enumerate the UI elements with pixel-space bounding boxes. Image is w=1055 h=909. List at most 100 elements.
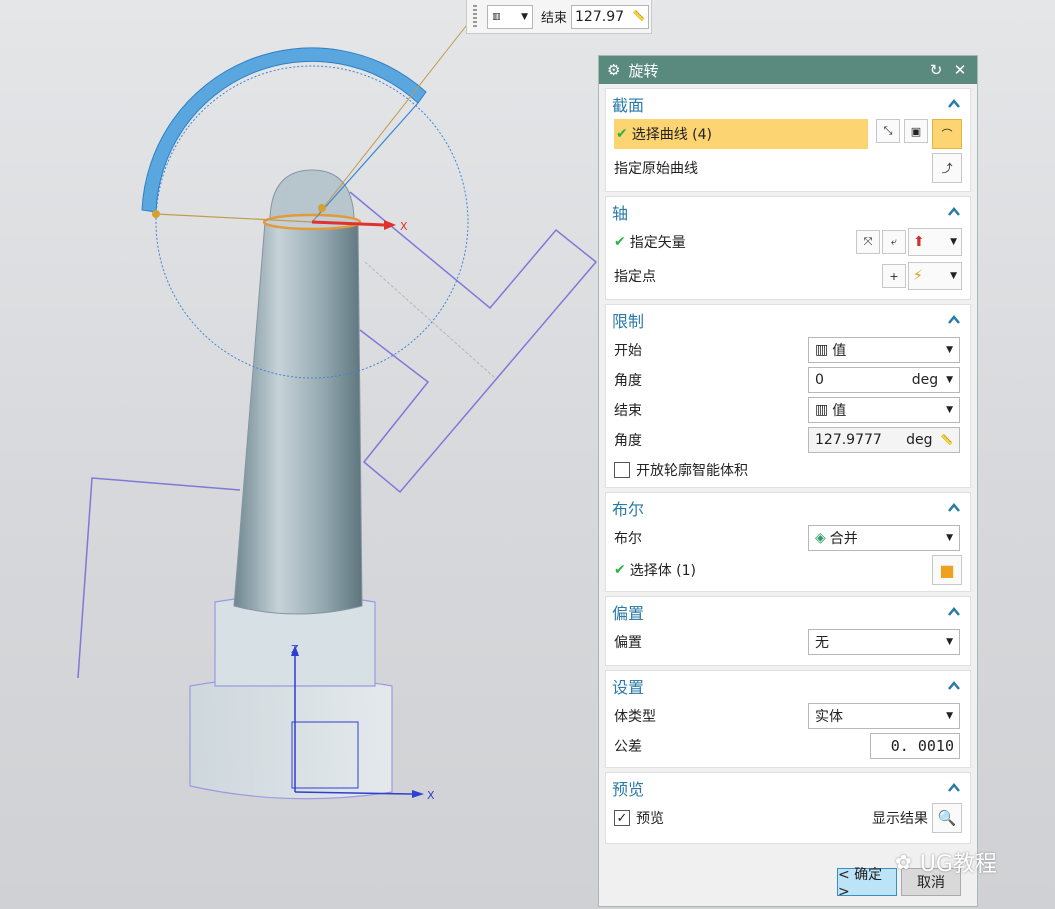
check-icon: ✔ <box>614 562 626 578</box>
value-type-icon: ▥ <box>815 402 829 418</box>
curve-select-icon[interactable]: ⌒ <box>932 119 962 149</box>
vector-axis-icon: ⬆ <box>913 234 925 250</box>
chevron-down-icon: ▼ <box>946 533 953 543</box>
open-profile-checkbox[interactable] <box>614 462 630 478</box>
origin-curve-icon[interactable]: ⤴ <box>932 153 962 183</box>
preview-group-header[interactable]: 预览 <box>606 773 970 803</box>
reverse-direction-icon[interactable]: ⤧ <box>856 230 880 254</box>
end-label: 结束 <box>541 11 568 26</box>
preview-checkbox[interactable]: ✓ <box>614 810 630 826</box>
watermark: ✿ UG教程 <box>895 846 997 878</box>
ruler-icon: 📏 <box>632 11 646 22</box>
end-angle-unit: deg <box>906 432 933 448</box>
end-angle-float-toolbar: ▥ ▼ 结束 127.97 📏 <box>466 0 652 34</box>
start-row: 开始 ▥ 值 ▼ <box>606 335 970 365</box>
end-row: 结束 ▥ 值 ▼ <box>606 395 970 425</box>
start-angle-input[interactable]: 0 deg ▼ <box>808 367 960 393</box>
settings-group: 设置 体类型 实体 ▼ 公差 0. 0010 <box>605 670 971 768</box>
chevron-up-icon <box>948 503 960 512</box>
solid-body-icon[interactable]: ■ <box>932 555 962 585</box>
end-angle-input[interactable]: 127.9777 deg 📏 <box>808 427 960 453</box>
ok-button[interactable]: < 确定 > <box>837 867 897 900</box>
unite-icon: ◈ <box>815 530 826 546</box>
show-result-label: 显示结果 <box>872 811 928 827</box>
section-group-header[interactable]: 截面 <box>606 89 970 119</box>
value-type-icon: ▥ <box>815 342 829 358</box>
chevron-up-icon <box>948 681 960 690</box>
chevron-down-icon: ▼ <box>946 637 953 647</box>
point-type-dropdown[interactable]: ⚡ ▼ <box>908 262 962 290</box>
check-icon: ✔ <box>614 234 626 250</box>
preview-group: 预览 ✓ 预览 显示结果 🔍 <box>605 772 971 844</box>
limits-group: 限制 开始 ▥ 值 ▼ 角度 0 deg ▼ 结束 ▥ 值 ▼ 角度 127.9… <box>605 304 971 488</box>
chevron-up-icon <box>948 607 960 616</box>
tolerance-row: 公差 0. 0010 <box>606 731 970 761</box>
close-icon[interactable]: ✕ <box>951 61 969 79</box>
dialog-title: 旋转 <box>628 61 659 80</box>
select-curve-row[interactable]: ✔ 选择曲线 (4) ⤡ ▣ ⌒ <box>606 119 970 149</box>
vector-type-dropdown[interactable]: ⬆ ▼ <box>908 228 962 256</box>
chevron-down-icon: ▼ <box>946 711 953 721</box>
svg-text:X: X <box>427 789 435 802</box>
chevron-up-icon <box>948 783 960 792</box>
point-inference-icon: ⚡ <box>913 268 923 284</box>
dialog-title-bar[interactable]: ⚙ 旋转 ↻ ✕ <box>599 56 977 84</box>
gear-icon[interactable]: ⚙ <box>607 61 620 79</box>
point-dialog-icon[interactable]: + <box>882 264 906 288</box>
offset-row: 偏置 无 ▼ <box>606 627 970 657</box>
chevron-up-icon <box>948 99 960 108</box>
chevron-down-icon: ▼ <box>946 375 953 385</box>
curve-rule-icon[interactable]: ⤡ <box>876 119 900 143</box>
section-group: 截面 ✔ 选择曲线 (4) ⤡ ▣ ⌒ 指定原始曲线 ⤴ <box>605 88 971 192</box>
cylinder-body <box>233 169 363 615</box>
axis-vector-label: X <box>400 220 408 233</box>
angle-handle[interactable] <box>152 210 160 218</box>
chevron-down-icon: ▼ <box>946 405 953 415</box>
offset-select[interactable]: 无 ▼ <box>808 629 960 655</box>
watermark-text: UG教程 <box>919 852 997 877</box>
vector-dialog-icon[interactable]: ⤶ <box>882 230 906 254</box>
end-type-select[interactable]: ▥ 值 ▼ <box>808 397 960 423</box>
boolean-group-header[interactable]: 布尔 <box>606 493 970 523</box>
select-body-row[interactable]: ✔ 选择体 (1) ■ <box>606 555 970 585</box>
open-profile-row[interactable]: 开放轮廓智能体积 <box>606 455 970 485</box>
chevron-down-icon: ▼ <box>946 345 953 355</box>
specify-point-row[interactable]: 指定点 + ⚡ ▼ <box>606 261 970 291</box>
chevron-down-icon: ▼ <box>521 11 528 22</box>
base-body <box>189 594 393 800</box>
chevron-down-icon: ▼ <box>950 237 957 247</box>
body-type-row: 体类型 实体 ▼ <box>606 701 970 731</box>
offset-group-header[interactable]: 偏置 <box>606 597 970 627</box>
boolean-group: 布尔 布尔 ◈ 合并 ▼ ✔ 选择体 (1) ■ <box>605 492 971 592</box>
limit-type-dropdown[interactable]: ▥ ▼ <box>487 4 533 29</box>
axis-group: 轴 ✔ 指定矢量 ⤧ ⤶ ⬆ ▼ 指定点 + ⚡ ▼ <box>605 196 971 300</box>
tolerance-input[interactable]: 0. 0010 <box>870 733 960 759</box>
boolean-row: 布尔 ◈ 合并 ▼ <box>606 523 970 553</box>
settings-group-header[interactable]: 设置 <box>606 671 970 701</box>
origin-curve-row[interactable]: 指定原始曲线 ⤴ <box>606 153 970 183</box>
value-type-icon: ▥ <box>492 11 501 22</box>
chevron-up-icon <box>948 207 960 216</box>
start-type-select[interactable]: ▥ 值 ▼ <box>808 337 960 363</box>
specify-vector-row[interactable]: ✔ 指定矢量 ⤧ ⤶ ⬆ ▼ <box>606 227 970 257</box>
svg-text:Z: Z <box>291 643 299 656</box>
drag-grip[interactable] <box>473 4 477 29</box>
reset-icon[interactable]: ↻ <box>927 61 945 79</box>
body-type-select[interactable]: 实体 ▼ <box>808 703 960 729</box>
axis-group-header[interactable]: 轴 <box>606 197 970 227</box>
start-angle-row: 角度 0 deg ▼ <box>606 365 970 395</box>
revolve-dialog: ⚙ 旋转 ↻ ✕ 截面 ✔ 选择曲线 (4) ⤡ ▣ ⌒ 指定原始曲线 ⤴ 轴 … <box>598 55 978 907</box>
boolean-select[interactable]: ◈ 合并 ▼ <box>808 525 960 551</box>
end-angle-row: 角度 127.9777 deg 📏 <box>606 425 970 455</box>
chevron-up-icon <box>948 315 960 324</box>
end-value-input[interactable]: 127.97 📏 <box>571 4 650 29</box>
preview-row: ✓ 预览 显示结果 🔍 <box>606 803 970 833</box>
center-point <box>318 204 326 212</box>
select-curve-highlight[interactable]: ✔ 选择曲线 (4) <box>614 119 868 149</box>
magnifier-icon[interactable]: 🔍 <box>932 803 962 833</box>
wechat-icon: ✿ <box>895 850 912 874</box>
ruler-icon: 📏 <box>940 434 953 446</box>
end-value-text: 127.97 <box>575 8 625 25</box>
sketch-section-icon[interactable]: ▣ <box>904 119 928 143</box>
limits-group-header[interactable]: 限制 <box>606 305 970 335</box>
